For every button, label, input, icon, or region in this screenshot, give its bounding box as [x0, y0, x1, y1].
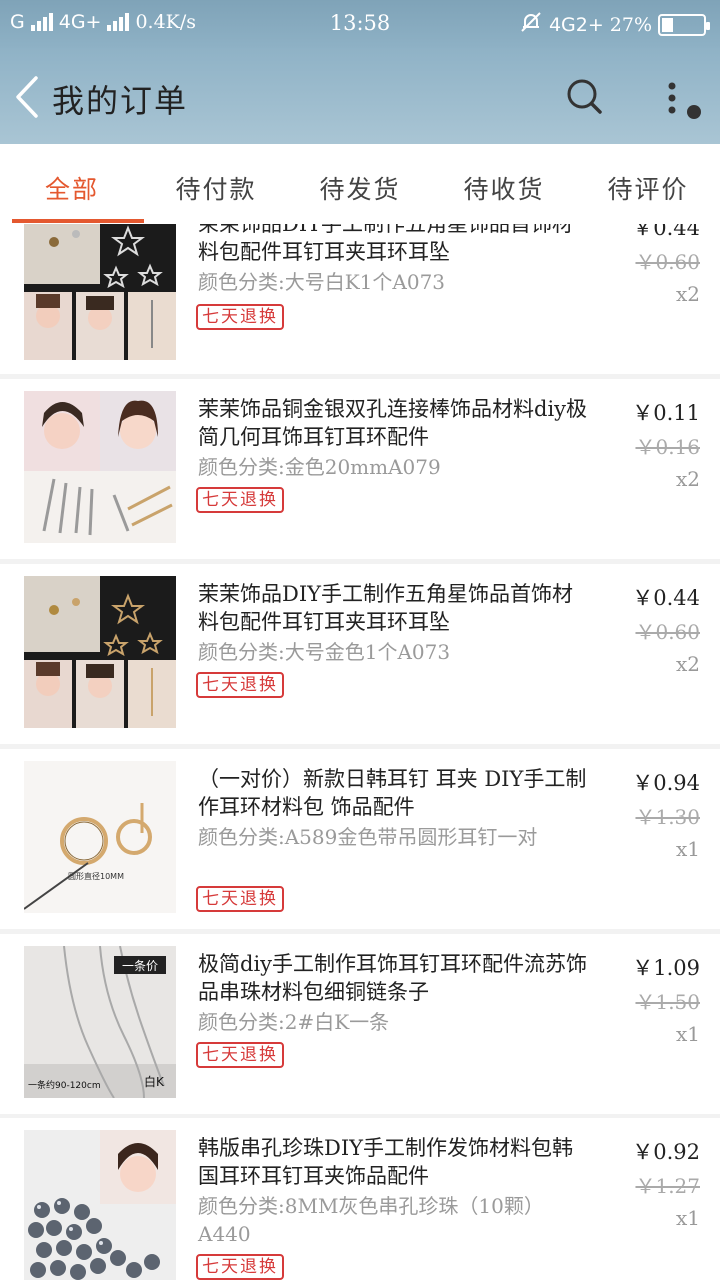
battery-icon [658, 13, 710, 36]
order-item[interactable]: 茉茉饰品铜金银双孔连接棒饰品材料diy极简几何耳饰耳钉耳环配件 颜色分类:金色2… [0, 379, 720, 559]
order-item[interactable]: 茉茉饰品DIY手工制作五角星饰品首饰材料包配件耳钉耳夹耳环耳坠 颜色分类:大号金… [0, 564, 720, 744]
return-badge: 七天退换 [196, 487, 284, 513]
mute-bell-icon [519, 10, 543, 39]
thumb-caption: 一条约90-120cm [28, 1079, 101, 1091]
product-image: 圆形直径10MM [24, 761, 176, 913]
original-price: ￥1.50 [635, 990, 700, 1014]
quantity: x1 [675, 1022, 700, 1046]
order-item[interactable]: 一条价 一条约90-120cm 白K 极简diy手工制作耳饰耳钉耳环配件流苏饰品… [0, 934, 720, 1114]
status-bar: G 4G+ 0.4K/s 13:58 4G2+ 27% [0, 0, 720, 48]
return-badge: 七天退换 [196, 672, 284, 698]
product-name: 韩版串孔珍珠DIY手工制作发饰材料包韩国耳环耳钉耳夹饰品配件 [198, 1136, 573, 1188]
product-spec: 颜色分类:大号金色1个A073 [198, 640, 451, 664]
original-price: ￥0.60 [635, 620, 700, 644]
price: ￥0.94 [632, 771, 700, 795]
product-spec: 颜色分类:2#白K一条 [198, 1010, 390, 1034]
order-item-list: 茉茉饰品DIY手工制作五角星饰品首饰材料包配件耳钉耳夹耳环耳坠 颜色分类:大号白… [0, 224, 720, 1280]
order-item[interactable]: 圆形直径10MM （一对价）新款日韩耳钉 耳夹 DIY手工制作耳环材料包 饰品配… [0, 749, 720, 929]
product-spec: 颜色分类:A589金色带吊圆形耳钉一对 [198, 825, 538, 849]
return-badge: 七天退换 [196, 1254, 284, 1280]
tab-pending-shipment[interactable]: 待发货 [288, 144, 432, 224]
back-arrow-icon[interactable] [12, 74, 42, 120]
product-name: 茉茉饰品DIY手工制作五角星饰品首饰材料包配件耳钉耳夹耳环耳坠 [198, 224, 573, 264]
quantity: x1 [675, 1206, 700, 1230]
order-tabs: 全部 待付款 待发货 待收货 待评价 [0, 144, 720, 224]
notification-dot-icon [687, 105, 701, 119]
thumb-tag: 一条价 [122, 959, 158, 973]
product-spec: 颜色分类:金色20mmA079 [198, 455, 441, 479]
battery-percent: 27% [609, 13, 652, 36]
original-price: ￥0.60 [635, 250, 700, 274]
thumb-label: 白K [144, 1074, 165, 1089]
app-header: 我的订单 [0, 48, 720, 144]
quantity: x2 [675, 282, 700, 306]
return-badge: 七天退换 [196, 886, 284, 912]
more-options-icon[interactable] [660, 78, 684, 118]
thumb-caption: 圆形直径10MM [68, 871, 124, 881]
product-name: 极简diy手工制作耳饰耳钉耳环配件流苏饰品串珠材料包细铜链条子 [198, 952, 588, 1004]
tab-pending-review[interactable]: 待评价 [576, 144, 720, 224]
price: ￥0.11 [632, 401, 700, 425]
price: ￥1.09 [632, 956, 700, 980]
product-image [24, 224, 176, 360]
return-badge: 七天退换 [196, 304, 284, 330]
order-item[interactable]: 茉茉饰品DIY手工制作五角星饰品首饰材料包配件耳钉耳夹耳环耳坠 颜色分类:大号白… [0, 224, 720, 374]
product-name: 茉茉饰品铜金银双孔连接棒饰品材料diy极简几何耳饰耳钉耳环配件 [198, 397, 588, 449]
tab-all[interactable]: 全部 [0, 144, 144, 224]
product-image [24, 391, 176, 543]
tab-pending-receipt[interactable]: 待收货 [432, 144, 576, 224]
original-price: ￥1.27 [635, 1174, 700, 1198]
original-price: ￥0.16 [635, 435, 700, 459]
product-image [24, 576, 176, 728]
product-name: 茉茉饰品DIY手工制作五角星饰品首饰材料包配件耳钉耳夹耳环耳坠 [198, 582, 573, 634]
price: ￥0.92 [632, 1140, 700, 1164]
product-spec: 颜色分类:8MM灰色串孔珍珠（10颗）A440 [198, 1194, 544, 1246]
product-name: （一对价）新款日韩耳钉 耳夹 DIY手工制作耳环材料包 饰品配件 [198, 767, 587, 819]
price: ￥0.44 [632, 586, 700, 610]
product-spec: 颜色分类:大号白K1个A073 [198, 270, 446, 294]
page-title: 我的订单 [52, 82, 189, 120]
original-price: ￥1.30 [635, 805, 700, 829]
quantity: x2 [675, 467, 700, 491]
product-image [24, 1130, 176, 1280]
quantity: x2 [675, 652, 700, 676]
search-icon[interactable] [564, 76, 604, 116]
quantity: x1 [675, 837, 700, 861]
network-right-label: 4G2+ [548, 13, 604, 36]
order-item[interactable]: 韩版串孔珍珠DIY手工制作发饰材料包韩国耳环耳钉耳夹饰品配件 颜色分类:8MM灰… [0, 1118, 720, 1280]
tab-pending-payment[interactable]: 待付款 [144, 144, 288, 224]
product-image: 一条价 一条约90-120cm 白K [24, 946, 176, 1098]
status-right: 4G2+ 27% [519, 10, 710, 39]
return-badge: 七天退换 [196, 1042, 284, 1068]
price: ￥0.44 [632, 224, 700, 240]
